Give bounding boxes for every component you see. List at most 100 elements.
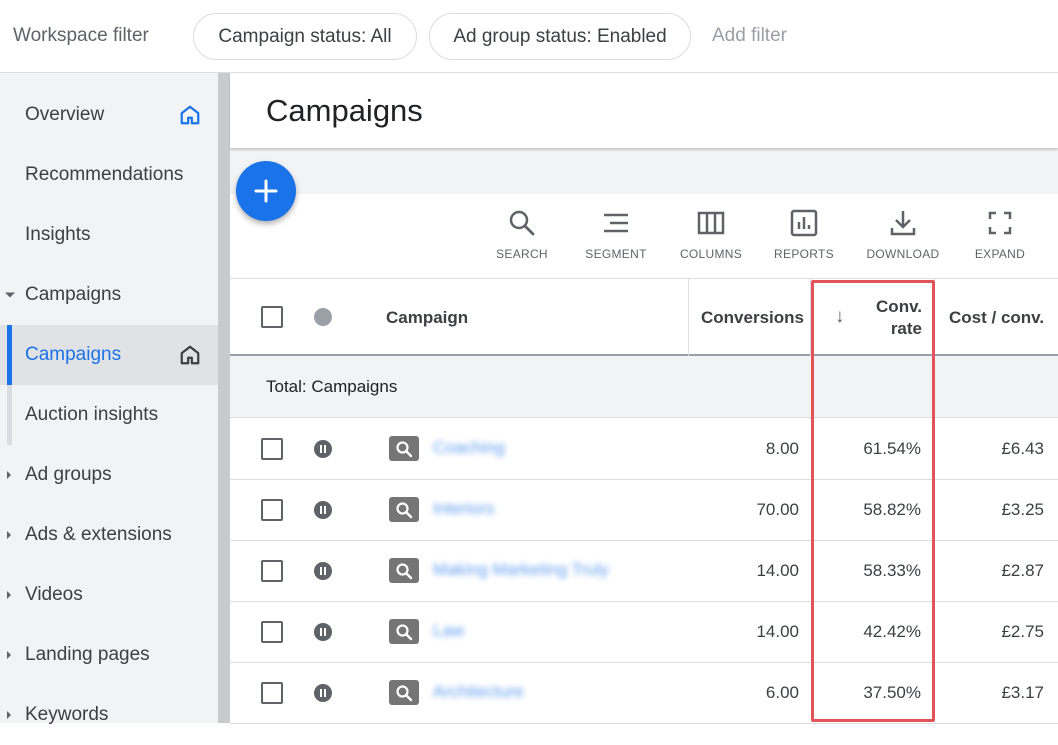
sidebar-item-label: Overview [25,104,105,125]
table-row: Coaching 8.00 61.54% £6.43 [230,419,1058,480]
active-indicator [7,325,12,385]
cost-per-conv-cell: £3.17 [1001,683,1044,702]
paused-status-icon[interactable] [314,562,332,580]
row-checkbox[interactable] [261,438,283,460]
caret-right-icon [7,531,11,539]
sidebar-scrollbar[interactable] [218,73,230,723]
table-row: Architecture 6.00 37.50% £3.17 [230,663,1058,724]
campaign-status-filter-chip[interactable]: Campaign status: All [193,13,417,60]
sidebar-item-label: Campaigns [25,344,122,365]
sidebar-item-ads-extensions[interactable]: Ads & extensions [0,505,218,565]
campaign-name-link[interactable]: Architecture [433,682,524,702]
reports-label: REPORTS [774,247,834,261]
conv-rate-header-line2: rate [890,318,922,338]
row-checkbox[interactable] [261,682,283,704]
new-campaign-button[interactable] [236,161,296,221]
columns-button[interactable]: COLUMNS [666,208,756,261]
columns-label: COLUMNS [679,247,743,261]
content-band [230,148,1058,194]
reports-icon [790,209,818,237]
campaign-name-link[interactable]: Law [433,621,464,641]
sidebar-item-auction-insights[interactable]: Auction insights [0,385,218,445]
home-icon [180,345,200,365]
download-button[interactable]: DOWNLOAD [858,208,948,261]
row-checkbox[interactable] [261,499,283,521]
caret-right-icon [7,711,11,719]
sidebar-item-landing-pages[interactable]: Landing pages [0,625,218,685]
caret-down-icon [5,292,15,298]
sidebar-item-label: Ad groups [25,464,112,485]
status-column-icon [314,308,332,326]
total-row: Total: Campaigns [230,356,1058,418]
conv-rate-header-line1: Conv. [876,296,922,316]
search-button[interactable]: SEARCH [477,208,567,261]
conversions-cell: 14.00 [756,622,799,641]
sidebar-item-label: Auction insights [25,404,159,425]
sidebar-item-insights[interactable]: Insights [0,205,218,265]
caret-right-icon [7,471,11,479]
sidebar-item-recommendations[interactable]: Recommendations [0,145,218,205]
search-campaign-icon [389,680,419,705]
expand-button[interactable]: EXPAND [955,208,1045,261]
row-checkbox[interactable] [261,621,283,643]
conversions-cell: 6.00 [765,683,799,702]
sidebar-item-label: Recommendations [25,164,184,185]
cost-per-conv-cell: £2.75 [1001,622,1044,641]
columns-icon [697,211,725,235]
sidebar-item-label: Videos [25,584,83,605]
cost-per-conv-cell: £6.43 [1001,439,1044,458]
row-checkbox[interactable] [261,560,283,582]
cost-per-conv-cell: £2.87 [1001,561,1044,580]
sidebar-item-label: Campaigns [25,284,122,305]
search-campaign-icon [389,497,419,522]
ad-group-status-filter-chip[interactable]: Ad group status: Enabled [429,13,691,60]
sidebar-item-campaigns[interactable]: Campaigns [0,325,218,385]
conv-rate-cell: 42.42% [863,622,921,641]
sidebar-item-label: Landing pages [25,644,150,665]
sidebar-item-overview[interactable]: Overview [0,85,218,145]
campaign-name-link[interactable]: Coaching [433,438,505,458]
conversions-column-header[interactable]: Conversions [701,279,804,356]
download-icon [890,211,916,236]
table-row: Making Marketing Truly 14.00 58.33% £2.8… [230,541,1058,602]
expand-label: EXPAND [974,247,1026,261]
cost-per-conv-column-header[interactable]: Cost / conv. [949,279,1044,356]
sidebar-group-campaigns[interactable]: Campaigns [0,265,218,325]
paused-status-icon[interactable] [314,684,332,702]
segment-icon [604,213,628,233]
caret-right-icon [7,651,11,659]
campaign-name-link[interactable]: Interiors [433,499,494,519]
add-filter-button[interactable]: Add filter [712,25,787,47]
page-header: Campaigns [230,73,1058,148]
campaign-name-link[interactable]: Making Marketing Truly [433,560,609,580]
sidebar-item-videos[interactable]: Videos [0,565,218,625]
workspace-filter-bar: Workspace filter Campaign status: All Ad… [0,0,1058,73]
sidebar-item-ad-groups[interactable]: Ad groups [0,445,218,505]
search-campaign-icon [389,436,419,461]
campaigns-table: Campaign Conversions ↓ Conv. rate Cost /… [230,279,1058,724]
search-campaign-icon [389,558,419,583]
page-title: Campaigns [266,93,423,128]
paused-status-icon[interactable] [314,440,332,458]
conv-rate-column-header[interactable]: ↓ Conv. rate [830,279,922,356]
paused-status-icon[interactable] [314,623,332,641]
conv-rate-cell: 61.54% [863,439,921,458]
campaign-column-header[interactable]: Campaign [386,279,468,356]
segment-button[interactable]: SEGMENT [571,208,661,261]
plus-icon [254,179,278,203]
search-label: SEARCH [496,247,548,261]
sidebar-item-label: Ads & extensions [25,524,172,545]
paused-status-icon[interactable] [314,501,332,519]
table-row: Law 14.00 42.42% £2.75 [230,602,1058,663]
conv-rate-cell: 58.82% [863,500,921,519]
expand-icon [988,211,1012,235]
select-all-checkbox[interactable] [261,306,283,328]
reports-button[interactable]: REPORTS [759,208,849,261]
search-campaign-icon [389,619,419,644]
segment-label: SEGMENT [585,247,647,261]
home-icon [180,105,200,125]
sidebar-item-keywords[interactable]: Keywords [0,685,218,745]
download-label: DOWNLOAD [866,247,940,261]
search-icon [509,210,535,236]
table-row: Interiors 70.00 58.82% £3.25 [230,480,1058,541]
